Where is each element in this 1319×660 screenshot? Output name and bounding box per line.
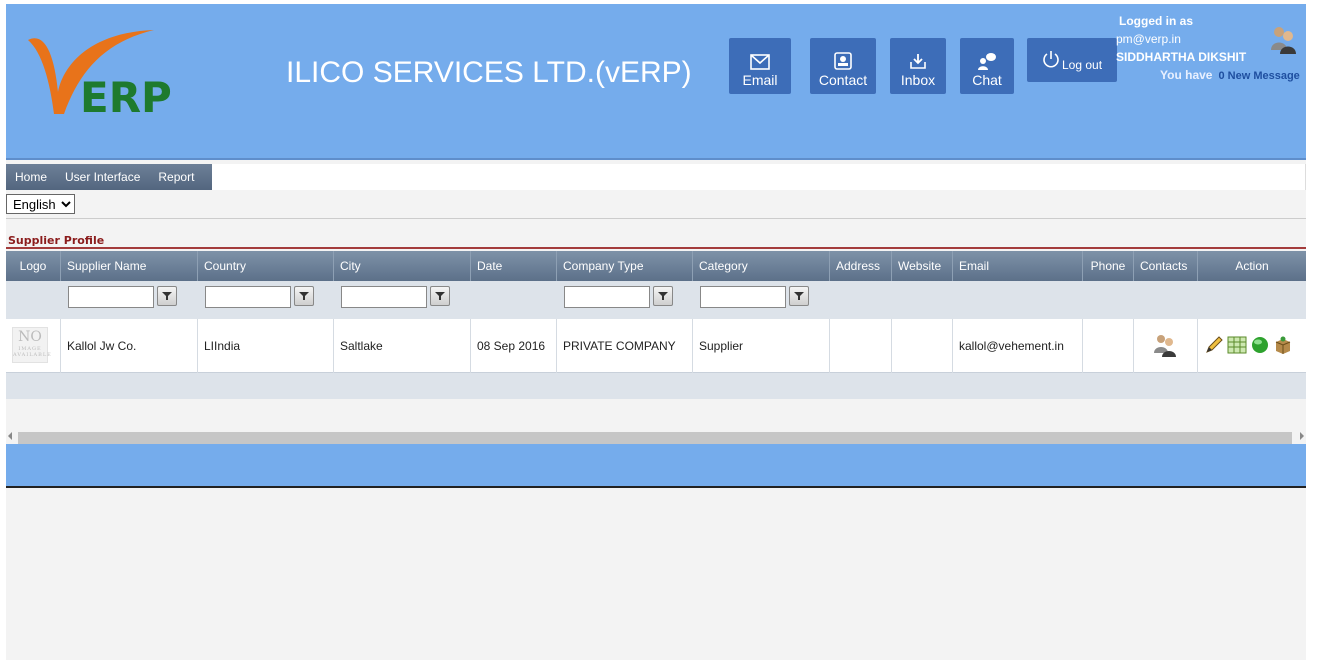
column-header-address[interactable]: Address xyxy=(830,251,892,281)
funnel-icon xyxy=(658,292,668,300)
contact-button-label: Contact xyxy=(818,72,868,88)
filter-city xyxy=(341,286,450,308)
logout-button[interactable]: Log out xyxy=(1027,38,1117,82)
chat-icon xyxy=(978,53,996,70)
scroll-right-arrow-icon[interactable] xyxy=(1300,432,1304,440)
logo-text: ERP xyxy=(80,73,172,122)
verp-logo: ERP xyxy=(28,30,172,122)
company-name: ILICO SERVICES LTD.(vERP) xyxy=(286,56,692,89)
package-icon[interactable] xyxy=(1273,335,1293,355)
column-header-email[interactable]: Email xyxy=(953,251,1083,281)
power-icon xyxy=(1043,51,1059,68)
funnel-icon xyxy=(162,292,172,300)
cell-action xyxy=(1198,319,1306,373)
column-header-category[interactable]: Category xyxy=(693,251,830,281)
column-header-logo[interactable]: Logo xyxy=(6,251,61,281)
filter-category-input[interactable] xyxy=(700,286,786,308)
grid-header-row: Logo Supplier Name Country City Date Com… xyxy=(6,251,1306,281)
section-title: Supplier Profile xyxy=(8,234,105,247)
edit-pencil-icon[interactable] xyxy=(1204,335,1224,355)
cell-logo: NO IMAGE AVAILABLE xyxy=(6,319,61,373)
scroll-left-arrow-icon[interactable] xyxy=(8,432,12,440)
chat-button[interactable]: Chat xyxy=(960,38,1014,94)
main-menu: Home User Interface Report xyxy=(6,164,212,190)
app-frame: ERP ILICO SERVICES LTD.(vERP) Email Cont… xyxy=(6,4,1306,660)
cell-contacts xyxy=(1134,319,1198,373)
cell-category: Supplier xyxy=(693,319,830,373)
inbox-icon xyxy=(910,54,926,69)
filter-country-button[interactable] xyxy=(294,286,314,306)
row-actions xyxy=(1204,335,1293,355)
column-header-website[interactable]: Website xyxy=(892,251,953,281)
filter-company-type xyxy=(564,286,673,308)
filter-country-input[interactable] xyxy=(205,286,291,308)
no-image-placeholder: NO IMAGE AVAILABLE xyxy=(12,327,51,363)
horizontal-scrollbar[interactable] xyxy=(6,428,1306,444)
cell-supplier-name: Kallol Jw Co. xyxy=(61,319,198,373)
column-header-country[interactable]: Country xyxy=(198,251,334,281)
header: ERP ILICO SERVICES LTD.(vERP) Email Cont… xyxy=(6,4,1306,160)
envelope-icon xyxy=(750,54,770,70)
inbox-button[interactable]: Inbox xyxy=(890,38,946,94)
filter-company-type-button[interactable] xyxy=(653,286,673,306)
contact-button[interactable]: Contact xyxy=(810,38,876,94)
cell-phone xyxy=(1083,319,1134,373)
chat-button-label: Chat xyxy=(972,72,1002,88)
funnel-icon xyxy=(299,292,309,300)
filter-supplier-name-button[interactable] xyxy=(157,286,177,306)
filter-company-type-input[interactable] xyxy=(564,286,650,308)
filter-supplier-name-input[interactable] xyxy=(68,286,154,308)
logout-button-label: Log out xyxy=(1062,58,1103,72)
grid-filter-row xyxy=(6,281,1306,319)
inbox-button-label: Inbox xyxy=(900,72,936,88)
filter-supplier-name xyxy=(68,286,177,308)
messages-status: You have 0 New Message xyxy=(1116,66,1300,85)
spreadsheet-icon[interactable] xyxy=(1227,336,1247,354)
column-header-company-type[interactable]: Company Type xyxy=(557,251,693,281)
column-header-supplier-name[interactable]: Supplier Name xyxy=(61,251,198,281)
column-header-action[interactable]: Action xyxy=(1198,251,1306,281)
grid-footer-row xyxy=(6,373,1306,399)
cell-date: 08 Sep 2016 xyxy=(471,319,557,373)
funnel-icon xyxy=(794,292,804,300)
cell-website xyxy=(892,319,953,373)
user-avatar-icon xyxy=(1271,27,1296,54)
scrollbar-thumb[interactable] xyxy=(18,432,1292,444)
column-header-city[interactable]: City xyxy=(334,251,471,281)
cell-country: LIIndia xyxy=(198,319,334,373)
cell-company-type: PRIVATE COMPANY xyxy=(557,319,693,373)
table-row[interactable]: NO IMAGE AVAILABLE Kallol Jw Co. LIIndia S… xyxy=(6,319,1306,373)
footer xyxy=(6,444,1306,488)
filter-category-button[interactable] xyxy=(789,286,809,306)
column-header-date[interactable]: Date xyxy=(471,251,557,281)
section-divider xyxy=(6,247,1306,249)
menu-item-report[interactable]: Report xyxy=(149,170,203,184)
divider xyxy=(6,218,1306,219)
cell-address xyxy=(830,319,892,373)
cell-email: kallol@vehement.in xyxy=(953,319,1083,373)
funnel-icon xyxy=(435,292,445,300)
email-button[interactable]: Email xyxy=(729,38,791,94)
email-button-label: Email xyxy=(742,72,778,88)
contact-card-icon xyxy=(834,52,852,70)
contacts-people-icon[interactable] xyxy=(1152,333,1178,357)
column-header-phone[interactable]: Phone xyxy=(1083,251,1134,281)
menu-item-user-interface[interactable]: User Interface xyxy=(56,170,149,184)
messages-count-link[interactable]: 0 New Message xyxy=(1218,70,1299,82)
column-header-contacts[interactable]: Contacts xyxy=(1134,251,1198,281)
cell-city: Saltlake xyxy=(334,319,471,373)
menu-bar-filler xyxy=(212,164,1306,190)
filter-city-input[interactable] xyxy=(341,286,427,308)
green-globe-icon[interactable] xyxy=(1250,335,1270,355)
messages-prefix: You have xyxy=(1160,68,1213,82)
language-select[interactable]: English xyxy=(6,194,75,214)
filter-category xyxy=(700,286,809,308)
filter-country xyxy=(205,286,314,308)
menu-item-home[interactable]: Home xyxy=(6,170,56,184)
filter-city-button[interactable] xyxy=(430,286,450,306)
